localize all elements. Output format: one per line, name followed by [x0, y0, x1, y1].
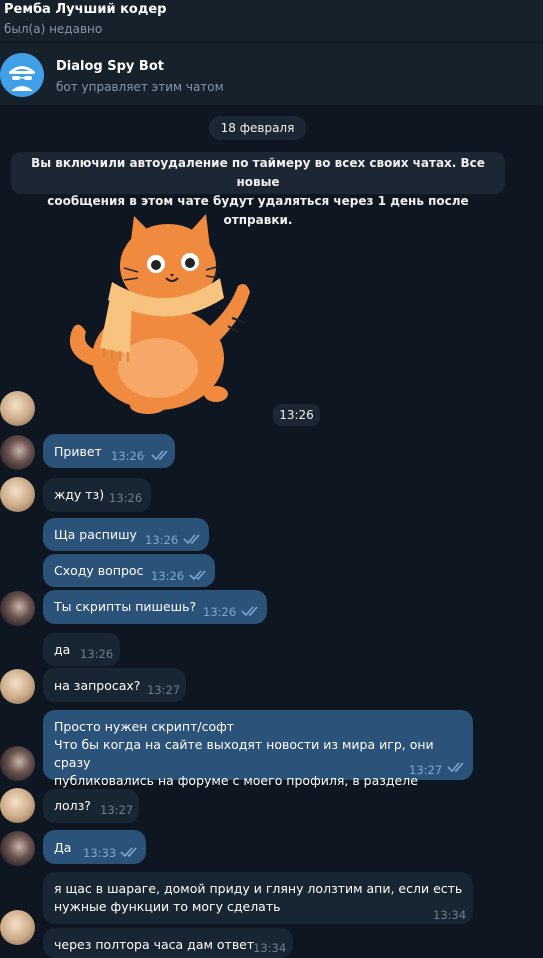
message-text: я щас в шараге, домой приду и гляну лолз…	[54, 880, 462, 916]
chat-status: был(а) недавно	[4, 22, 103, 36]
message-time: 13:26	[203, 605, 237, 619]
message-bubble[interactable]: на запросах? 13:27	[43, 668, 186, 702]
sticker-time: 13:26	[273, 404, 320, 426]
message-time: 13:27	[147, 683, 181, 697]
spy-bot-avatar-icon	[0, 53, 44, 97]
date-separator: 18 февраля	[209, 116, 306, 140]
message-text: лолз?	[54, 798, 91, 813]
message-bubble[interactable]: Да 13:33	[43, 830, 146, 864]
message-bubble[interactable]: Ща распишу 13:26	[43, 518, 209, 551]
message-line: Просто нужен скрипт/софт	[54, 719, 235, 734]
chat-header[interactable]: Ремба Лучший кодер был(а) недавно	[0, 0, 543, 42]
message-text: Да	[54, 840, 72, 855]
bot-subtitle: бот управляет этим чатом	[56, 80, 224, 94]
user-avatar[interactable]	[0, 435, 35, 470]
double-check-icon	[189, 570, 206, 581]
message-time: 13:26	[109, 491, 143, 505]
message-bubble[interactable]: Сходу вопрос 13:26	[43, 554, 215, 587]
message-time: 13:26	[111, 449, 145, 463]
double-check-icon	[151, 450, 168, 461]
bot-banner[interactable]: Dialog Spy Bot бот управляет этим чатом	[0, 42, 543, 105]
double-check-icon	[447, 762, 464, 773]
contact-avatar[interactable]	[0, 910, 35, 945]
message-time: 13:34	[433, 908, 467, 922]
message-text: жду тз)	[54, 487, 105, 502]
message-text: Ты скрипты пишешь?	[54, 599, 197, 614]
message-text: Привет	[54, 444, 102, 459]
user-avatar[interactable]	[0, 831, 35, 866]
user-avatar[interactable]	[0, 746, 35, 781]
message-text: Ща распишу	[54, 527, 137, 542]
message-bubble[interactable]: Просто нужен скрипт/софт Что бы когда на…	[43, 710, 473, 788]
chat-title[interactable]: Ремба Лучший кодер	[4, 2, 166, 17]
message-time: 13:26	[145, 533, 179, 547]
message-time: 13:33	[83, 846, 117, 860]
message-bubble[interactable]: Привет 13:26	[43, 434, 175, 468]
message-bubble[interactable]: Ты скрипты пишешь? 13:26	[43, 590, 267, 624]
double-check-icon	[241, 606, 258, 617]
message-time: 13:27	[409, 763, 443, 777]
double-check-icon	[120, 847, 137, 858]
contact-avatar[interactable]	[0, 788, 35, 823]
message-bubble[interactable]: через полтора часа дам ответ 13:34	[43, 928, 293, 958]
message-text: через полтора часа дам ответ	[54, 937, 255, 952]
message-time: 13:26	[151, 569, 185, 583]
message-bubble[interactable]: лолз? 13:27	[43, 789, 139, 823]
message-line: нужные функции то могу сделать	[54, 899, 281, 914]
contact-avatar[interactable]	[0, 391, 35, 426]
user-avatar[interactable]	[0, 591, 35, 626]
message-bubble[interactable]: да 13:26	[43, 633, 120, 666]
service-line-1: Вы включили автоудаление по таймеру во в…	[31, 156, 485, 189]
message-text: да	[54, 642, 71, 657]
message-text: Просто нужен скрипт/софт Что бы когда на…	[54, 718, 473, 790]
bot-name[interactable]: Dialog Spy Bot	[56, 59, 164, 74]
cat-scarf-sticker-icon[interactable]	[60, 208, 260, 418]
message-bubble[interactable]: жду тз) 13:26	[43, 478, 151, 512]
message-text: на запросах?	[54, 678, 141, 693]
contact-avatar[interactable]	[0, 669, 35, 704]
message-line: я щас в шараге, домой приду и гляну лолз…	[54, 881, 463, 896]
double-check-icon	[183, 534, 200, 545]
contact-avatar[interactable]	[0, 477, 35, 512]
message-text: Сходу вопрос	[54, 563, 144, 578]
message-time: 13:34	[253, 941, 287, 955]
message-time: 13:26	[80, 647, 114, 661]
autodelete-service-message: Вы включили автоудаление по таймеру во в…	[11, 152, 505, 227]
message-bubble[interactable]: я щас в шараге, домой приду и гляну лолз…	[43, 872, 473, 924]
message-time: 13:27	[100, 803, 134, 817]
